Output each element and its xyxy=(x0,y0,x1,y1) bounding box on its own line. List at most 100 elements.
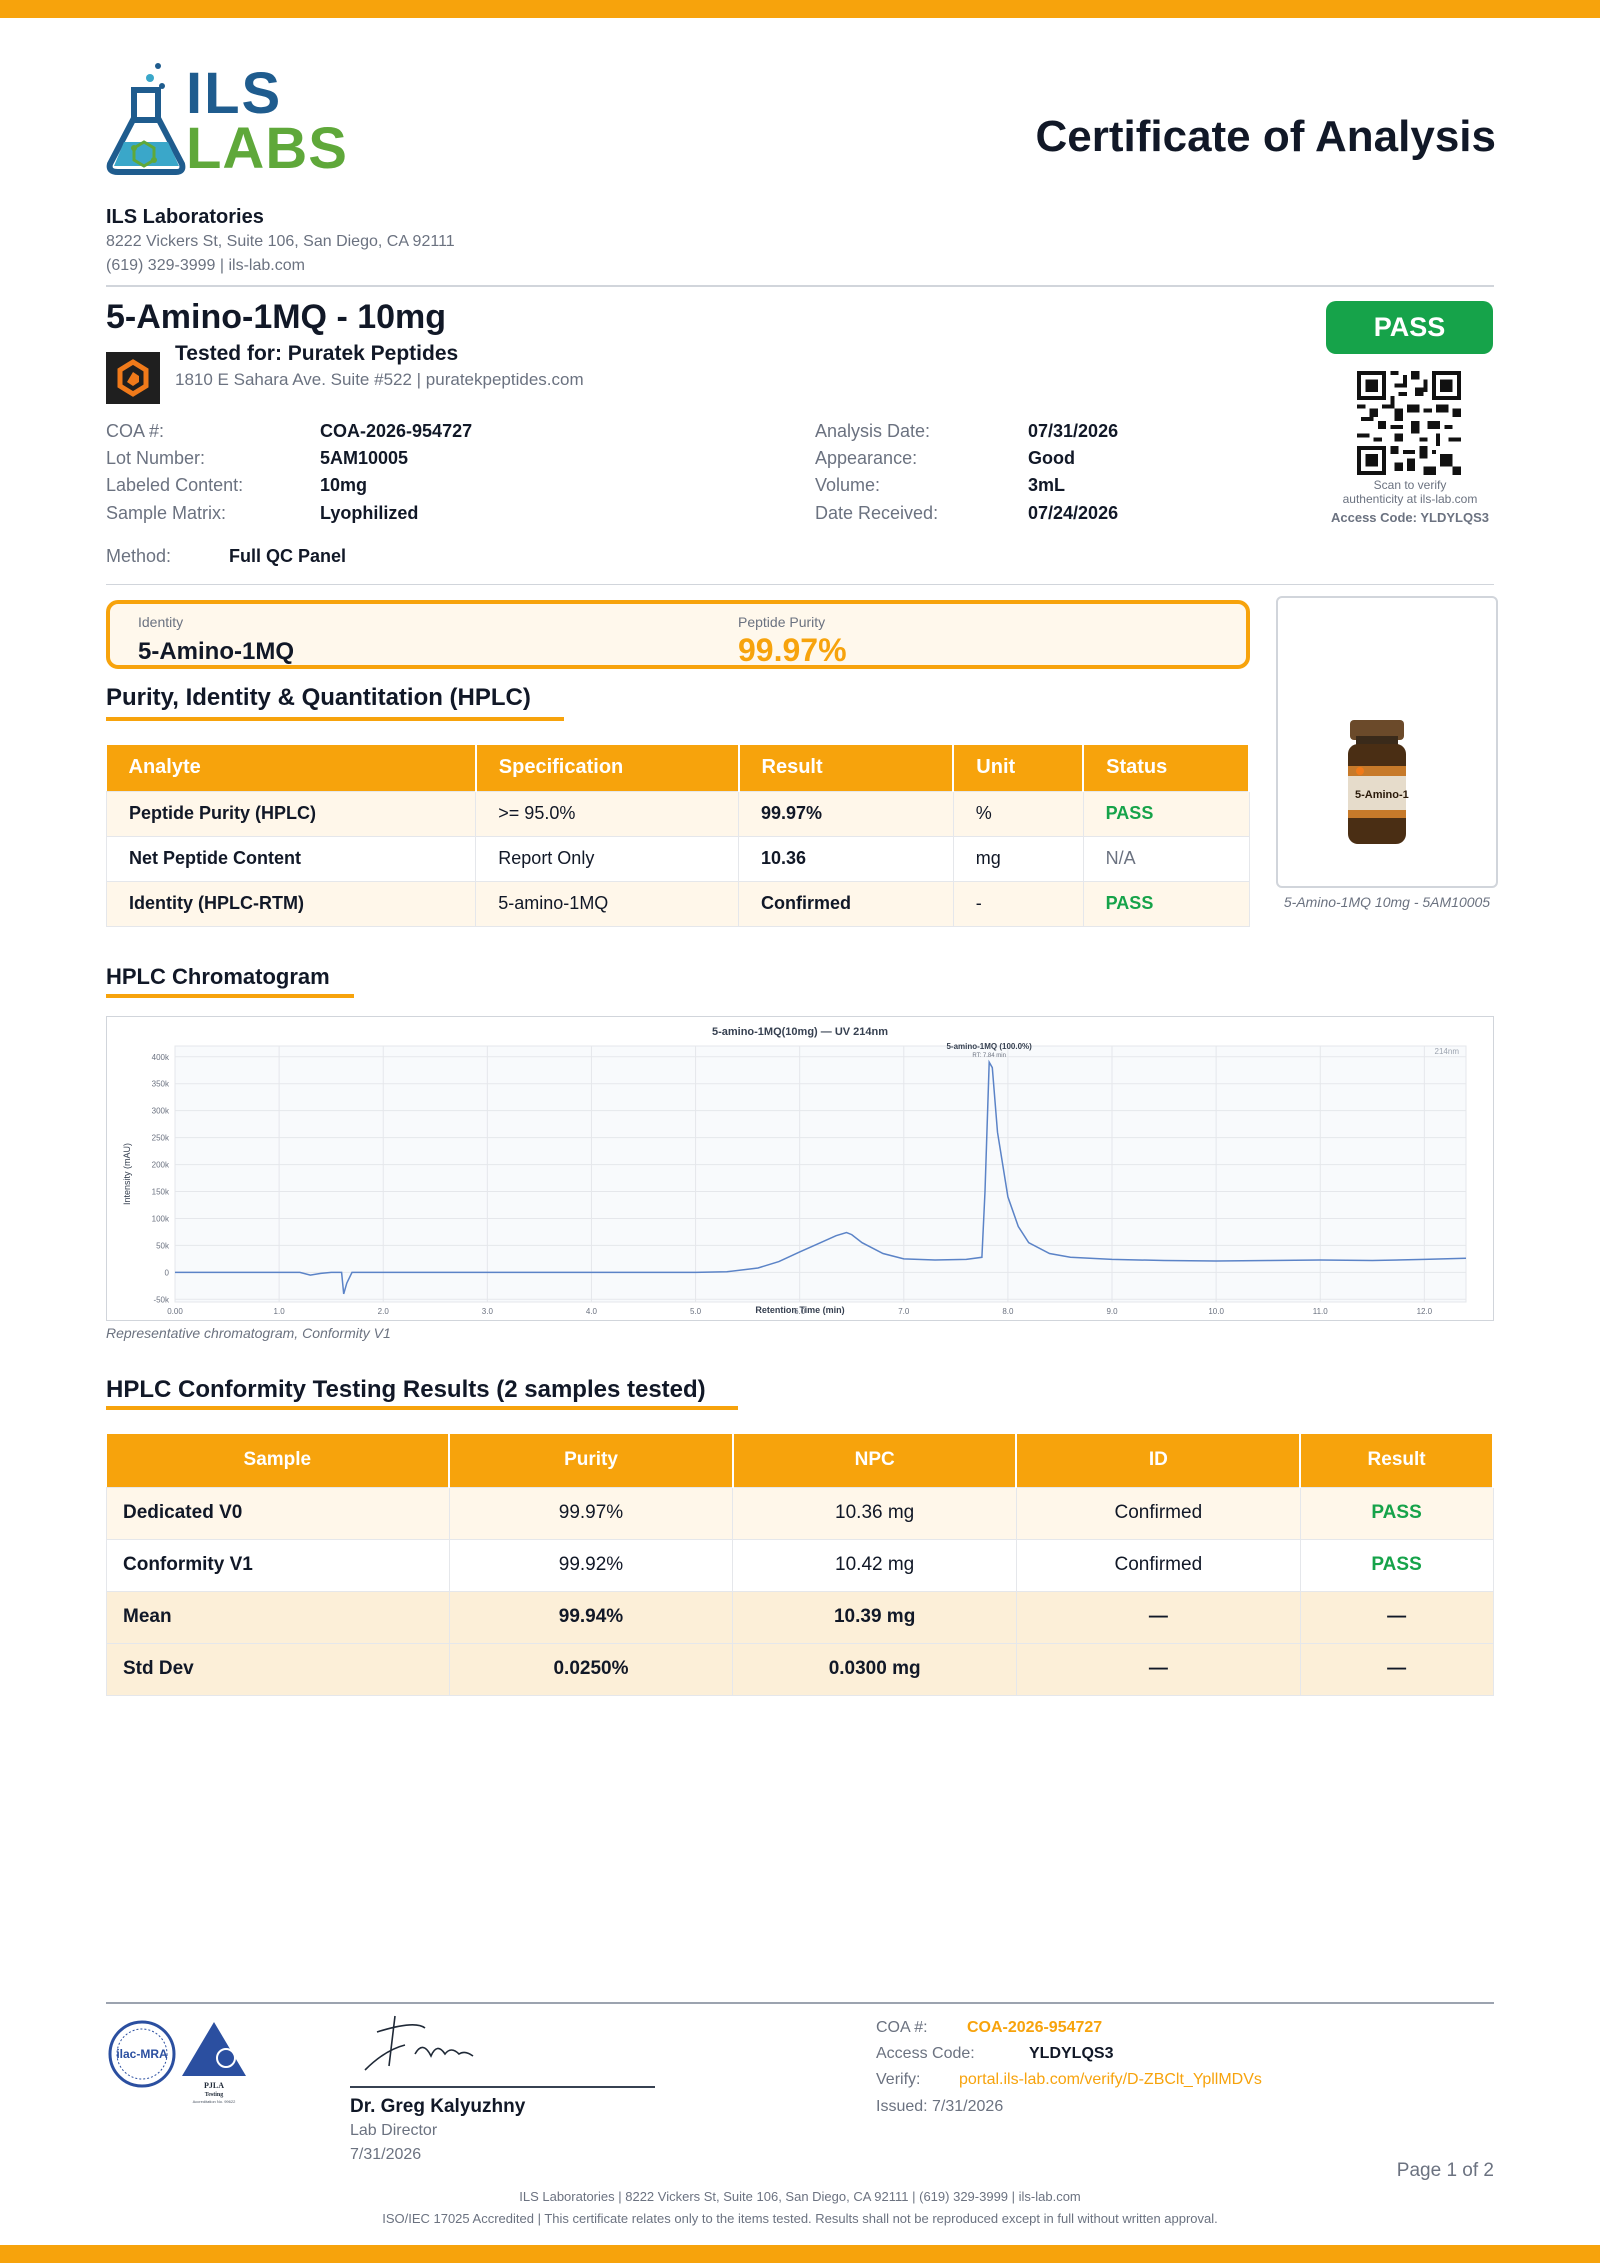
col-header-sample: Sample xyxy=(106,1434,451,1487)
footer-divider xyxy=(106,2002,1494,2004)
meta-label-content: Labeled Content: xyxy=(106,475,244,495)
chromatogram-underline xyxy=(106,994,354,998)
chart-title: 5-amino-1MQ(10mg) — UV 214nm xyxy=(712,1026,888,1038)
chart-peak-label: 5-amino-1MQ (100.0%) xyxy=(946,1042,1032,1051)
pjla-logo-icon: PJLA Testing Accreditation No. 99622 xyxy=(182,2022,246,2104)
qr-caption-line1: Scan to verify xyxy=(1373,478,1447,492)
col-header-npc: NPC xyxy=(732,1434,1018,1487)
col-header-analyte: Analyte xyxy=(106,745,477,791)
col-header-specification: Specification xyxy=(475,745,740,791)
summary-purity-value: 99.97% xyxy=(738,632,847,668)
cell-result: — xyxy=(1299,1642,1494,1696)
bottom-accent-bar xyxy=(0,2245,1600,2263)
meta-label-coa: COA #: xyxy=(106,421,165,441)
meta-label-appearance: Appearance: xyxy=(815,448,918,468)
cell-stat-name: Std Dev xyxy=(106,1642,450,1696)
chart-wavelength-label: 214nm xyxy=(1435,1047,1460,1056)
meta-value-date-received: 07/24/2026 xyxy=(1028,503,1119,523)
chromatogram-title: HPLC Chromatogram xyxy=(106,964,330,989)
product-title: 5-Amino-1MQ - 10mg xyxy=(106,298,447,336)
chart-y-tick-label: 150k xyxy=(152,1188,170,1197)
footer-access-value: YLDYLQS3 xyxy=(1029,2045,1114,2062)
qr-caption-line2: authenticity at ils-lab.com xyxy=(1342,492,1478,506)
signature-image xyxy=(364,2015,474,2071)
cell-id: Confirmed xyxy=(1015,1486,1301,1540)
table-row: Peptide Purity (HPLC) >= 95.0% 99.97% % … xyxy=(105,790,1250,837)
meta-divider xyxy=(106,584,1494,585)
chart-y-tick-label: 250k xyxy=(152,1134,170,1143)
hplc-results-table: Analyte Specification Result Unit Status… xyxy=(105,745,1250,927)
chart-x-tick-label: 6.0 xyxy=(794,1307,806,1316)
chart-x-tick-label: 3.0 xyxy=(482,1307,494,1316)
cell-purity: 99.94% xyxy=(448,1590,734,1644)
signer-role: Lab Director xyxy=(350,2122,438,2139)
meta-value-appearance: Good xyxy=(1028,448,1075,468)
footer-issued: Issued: 7/31/2026 xyxy=(876,2098,1004,2115)
chart-y-tick-label: -50k xyxy=(153,1295,170,1304)
vial-image: 5-Amino-1 xyxy=(1348,720,1409,844)
chromatogram-frame: 5-amino-1MQ(10mg) — UV 214nm Retention T… xyxy=(106,1016,1494,1321)
chart-y-tick-label: 400k xyxy=(152,1053,170,1062)
meta-value-lot: 5AM10005 xyxy=(320,448,409,468)
method-label: Method: xyxy=(106,546,172,566)
col-header-result: Result xyxy=(738,745,955,791)
meta-label-volume: Volume: xyxy=(815,475,881,495)
method-value: Full QC Panel xyxy=(229,546,347,566)
footer-legal-line1: ILS Laboratories | 8222 Vickers St, Suit… xyxy=(519,2189,1081,2204)
chart-y-axis-label: Intensity (mAU) xyxy=(122,1143,132,1205)
cell-npc: 10.42 mg xyxy=(732,1538,1017,1592)
col-header-unit: Unit xyxy=(953,745,1085,791)
table-row: Identity (HPLC-RTM) 5-amino-1MQ Confirme… xyxy=(105,880,1250,927)
vial-label-text: 5-Amino-1 xyxy=(1355,789,1409,801)
lab-address: 8222 Vickers St, Suite 106, San Diego, C… xyxy=(106,233,455,250)
cell-sample: Dedicated V0 xyxy=(106,1486,450,1540)
table-row: Conformity V1 99.92% 10.42 mg Confirmed … xyxy=(106,1538,1494,1592)
cell-result: — xyxy=(1299,1590,1494,1644)
footer-verify-label: Verify: xyxy=(876,2071,921,2088)
meta-value-content: 10mg xyxy=(320,475,368,495)
cell-specification: >= 95.0% xyxy=(475,790,740,837)
chart-x-tick-label: 0.00 xyxy=(167,1307,183,1316)
conformity-title: HPLC Conformity Testing Results (2 sampl… xyxy=(106,1376,706,1403)
table-row: Dedicated V0 99.97% 10.36 mg Confirmed P… xyxy=(106,1486,1494,1540)
meta-label-date-received: Date Received: xyxy=(815,503,939,523)
cell-result: Confirmed xyxy=(738,880,954,927)
table-row: Net Peptide Content Report Only 10.36 mg… xyxy=(105,835,1250,882)
pjla-number-text: Accreditation No. 99622 xyxy=(193,2099,236,2104)
cell-status: N/A xyxy=(1082,835,1250,882)
chart-y-tick-label: 50k xyxy=(156,1241,170,1250)
chart-peak-sublabel: RT: 7.84 min xyxy=(972,1053,1006,1059)
cell-result: 99.97% xyxy=(738,790,954,837)
chart-x-tick-label: 12.0 xyxy=(1417,1307,1433,1316)
verify-link[interactable]: portal.ils-lab.com/verify/D-ZBClt_YpllMD… xyxy=(959,2071,1262,2089)
signature-line xyxy=(350,2086,655,2088)
cell-result: 10.36 xyxy=(738,835,954,882)
chart-x-tick-label: 9.0 xyxy=(1106,1307,1118,1316)
chromatogram-chart: 5-amino-1MQ(10mg) — UV 214nm Retention T… xyxy=(122,1026,1467,1316)
accreditation-logos: ilac-MRA PJLA Testing Accreditation No. … xyxy=(108,2020,246,2104)
signer-name: Dr. Greg Kalyuzhny xyxy=(350,2096,526,2117)
flask-icon xyxy=(106,63,186,175)
qr-access-code: Access Code: YLDYLQS3 xyxy=(1331,510,1489,525)
meta-value-matrix: Lyophilized xyxy=(320,503,419,523)
ils-labs-logo: ILS LABS xyxy=(104,60,354,181)
puratek-logo-icon xyxy=(117,359,149,397)
chart-y-tick-label: 200k xyxy=(152,1161,170,1170)
chart-x-tick-label: 4.0 xyxy=(586,1307,598,1316)
cell-npc: 0.0300 mg xyxy=(732,1642,1017,1696)
chart-y-tick-label: 0 xyxy=(165,1268,170,1277)
chart-x-tick-label: 7.0 xyxy=(898,1307,910,1316)
tested-for-client: Tested for: Puratek Peptides xyxy=(175,342,459,365)
qr-code-icon[interactable] xyxy=(1357,371,1461,475)
summary-identity-label: Identity xyxy=(138,614,184,630)
chart-y-tick-label: 300k xyxy=(152,1107,170,1116)
cell-stat-name: Mean xyxy=(106,1590,450,1644)
cell-npc: 10.36 mg xyxy=(732,1486,1017,1540)
pjla-sub-text: Testing xyxy=(205,2092,223,2098)
client-address: 1810 E Sahara Ave. Suite #522 | puratekp… xyxy=(175,370,584,389)
hplc-results-title: Purity, Identity & Quantitation (HPLC) xyxy=(106,684,531,711)
cell-status: PASS xyxy=(1082,790,1250,837)
meta-label-matrix: Sample Matrix: xyxy=(106,503,227,523)
cell-purity: 99.92% xyxy=(448,1538,734,1592)
cell-id: — xyxy=(1015,1642,1301,1696)
